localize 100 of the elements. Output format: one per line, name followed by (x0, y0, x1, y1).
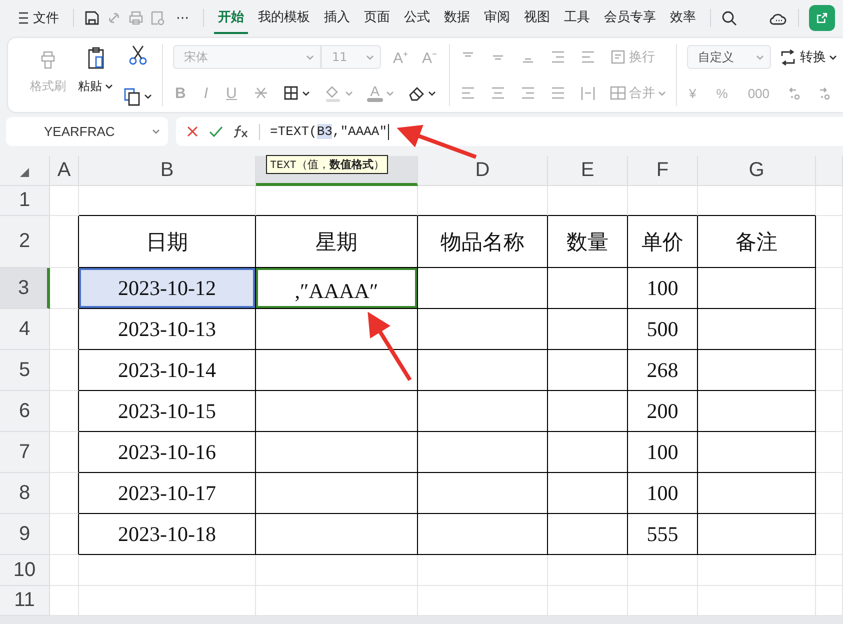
menu-tab[interactable]: 会员专享 (600, 2, 660, 34)
table-cell[interactable]: 星期 (256, 216, 418, 268)
table-cell[interactable]: 500 (628, 309, 698, 350)
column-header[interactable]: A (50, 156, 79, 186)
table-cell[interactable] (548, 391, 628, 432)
row-header[interactable]: 4 (0, 309, 50, 350)
table-cell[interactable] (698, 268, 816, 309)
table-cell[interactable] (548, 268, 628, 309)
menu-tab[interactable]: 审阅 (480, 2, 514, 34)
table-cell[interactable] (256, 432, 418, 473)
table-cell[interactable] (698, 514, 816, 555)
table-cell[interactable]: 200 (628, 391, 698, 432)
menu-tab[interactable]: 视图 (520, 2, 554, 34)
menu-tab[interactable]: 开始 (214, 2, 248, 34)
column-header[interactable]: D (418, 156, 548, 186)
table-cell[interactable] (256, 309, 418, 350)
menu-tab[interactable]: 数据 (440, 2, 474, 34)
table-cell[interactable]: 268 (628, 350, 698, 391)
row-header[interactable]: 6 (0, 391, 50, 432)
table-cell[interactable] (256, 350, 418, 391)
copy-icon[interactable] (123, 87, 141, 106)
menu-tab[interactable]: 插入 (320, 2, 354, 34)
more-button[interactable]: ⋯ (172, 8, 193, 28)
table-cell[interactable]: 2023-10-18 (79, 514, 256, 555)
column-header[interactable]: B (79, 156, 256, 186)
table-cell[interactable]: 物品名称 (418, 216, 548, 268)
table-cell[interactable] (50, 432, 79, 473)
table-cell[interactable] (698, 432, 816, 473)
row-header[interactable]: 9 (0, 514, 50, 555)
table-cell[interactable] (548, 473, 628, 514)
file-menu[interactable]: 文件 (14, 6, 63, 30)
function-icon[interactable] (233, 124, 249, 139)
table-cell[interactable]: 数量 (548, 216, 628, 268)
search-icon[interactable] (721, 10, 737, 26)
column-header[interactable]: E (548, 156, 628, 186)
menu-tab[interactable]: 页面 (360, 2, 394, 34)
select-all-icon[interactable] (20, 168, 29, 177)
row-header[interactable]: 7 (0, 432, 50, 473)
eraser-icon[interactable] (408, 84, 425, 102)
share-button[interactable] (809, 5, 835, 31)
table-cell[interactable] (548, 432, 628, 473)
table-cell[interactable]: 2023-10-13 (79, 309, 256, 350)
table-cell[interactable] (698, 391, 816, 432)
table-cell[interactable] (548, 350, 628, 391)
table-cell[interactable] (698, 309, 816, 350)
table-cell[interactable] (418, 268, 548, 309)
column-header[interactable]: F (628, 156, 698, 186)
name-box[interactable]: YEARFRAC (6, 117, 168, 146)
table-cell[interactable]: 备注 (698, 216, 816, 268)
table-cell[interactable] (50, 514, 79, 555)
menu-tab[interactable]: 我的模板 (254, 2, 314, 34)
table-cell[interactable]: 100 (628, 432, 698, 473)
save-icon[interactable] (84, 10, 100, 26)
table-cell[interactable] (256, 514, 418, 555)
table-cell[interactable] (50, 309, 79, 350)
table-cell[interactable]: 555 (628, 514, 698, 555)
cancel-icon[interactable] (186, 125, 199, 138)
menu-tab[interactable]: 公式 (400, 2, 434, 34)
table-cell[interactable]: 2023-10-12 (79, 268, 256, 309)
formula-input[interactable]: =TEXT(B3,″AAAA″ (270, 124, 390, 140)
table-cell[interactable]: 100 (628, 268, 698, 309)
row-header[interactable]: 1 (0, 186, 50, 216)
row-header[interactable]: 3 (0, 268, 50, 309)
table-cell[interactable] (698, 473, 816, 514)
number-format-select[interactable]: 自定义 (687, 45, 772, 69)
table-cell[interactable] (418, 309, 548, 350)
row-header[interactable]: 5 (0, 350, 50, 391)
convert-button[interactable]: 转换 (779, 48, 838, 66)
menu-tab[interactable]: 效率 (666, 2, 700, 34)
row-header[interactable]: 8 (0, 473, 50, 514)
table-cell[interactable] (50, 350, 79, 391)
table-cell[interactable] (256, 391, 418, 432)
table-cell[interactable] (548, 309, 628, 350)
row-header[interactable]: 11 (0, 586, 50, 616)
table-cell[interactable]: 2023-10-16 (79, 432, 256, 473)
table-cell[interactable] (548, 514, 628, 555)
column-header[interactable]: G (698, 156, 816, 186)
table-cell[interactable] (418, 391, 548, 432)
scissors-icon[interactable] (126, 44, 148, 65)
row-header[interactable]: 10 (0, 555, 50, 586)
confirm-icon[interactable] (209, 125, 223, 138)
table-cell[interactable] (418, 514, 548, 555)
table-cell[interactable] (256, 473, 418, 514)
table-cell[interactable]: 单价 (628, 216, 698, 268)
table-cell[interactable] (50, 473, 79, 514)
borders-icon[interactable] (282, 85, 299, 101)
table-cell[interactable]: 2023-10-14 (79, 350, 256, 391)
table-cell[interactable] (418, 473, 548, 514)
table-cell[interactable]: 2023-10-17 (79, 473, 256, 514)
table-cell[interactable]: 100 (628, 473, 698, 514)
ribbon-button[interactable]: 粘贴 (76, 44, 115, 106)
table-cell[interactable] (50, 391, 79, 432)
menu-tab[interactable]: 工具 (560, 2, 594, 34)
editing-cell[interactable]: ,″AAAA″ (256, 268, 418, 309)
table-cell[interactable] (418, 432, 548, 473)
row-header[interactable]: 2 (0, 216, 50, 268)
table-cell[interactable]: 2023-10-15 (79, 391, 256, 432)
table-cell[interactable] (418, 350, 548, 391)
table-cell[interactable] (50, 216, 79, 268)
table-cell[interactable] (698, 350, 816, 391)
